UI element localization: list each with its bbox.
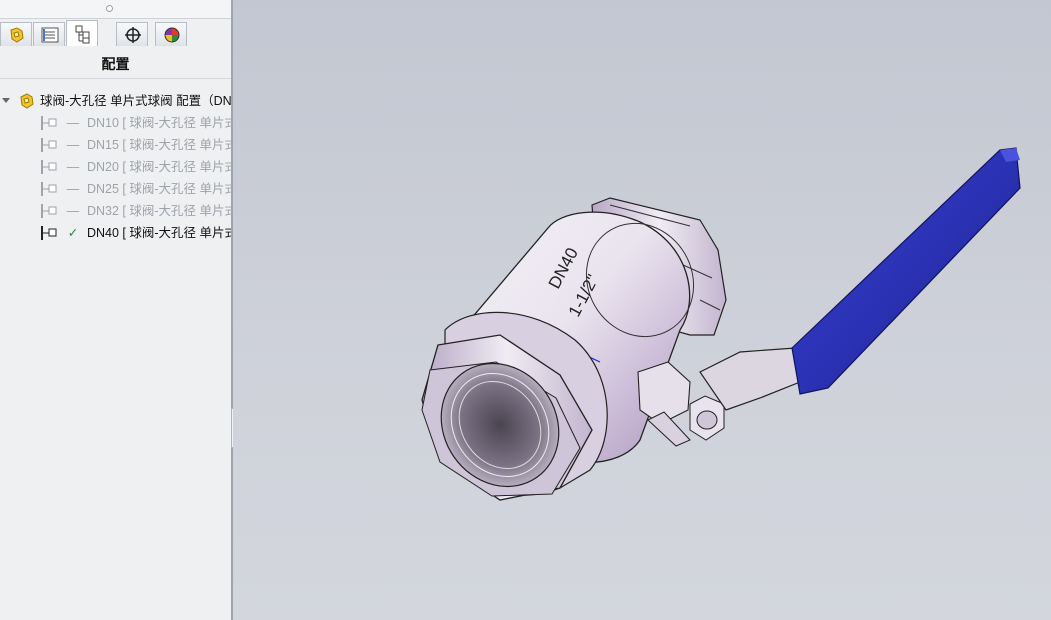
- panel-grip[interactable]: [0, 0, 231, 19]
- configuration-icon: [41, 116, 57, 130]
- configuration-icon: [41, 204, 57, 218]
- inactive-dash-icon: —: [66, 182, 80, 196]
- configuration-label: DN32 [ 球阀-大孔径 单片式: [87, 204, 231, 218]
- inactive-dash-icon: —: [66, 116, 80, 130]
- display-manager-tab[interactable]: [155, 22, 187, 46]
- inactive-dash-icon: —: [66, 204, 80, 218]
- configuration-icon: [41, 160, 57, 174]
- tree-root-label: 球阀-大孔径 单片式球阀 配置（DN4: [40, 94, 231, 108]
- configuration-row[interactable]: — DN25 [ 球阀-大孔径 单片式: [0, 179, 231, 199]
- manager-tabs: [0, 20, 231, 48]
- configuration-row[interactable]: — DN10 [ 球阀-大孔径 单片式: [0, 113, 231, 133]
- feature-tree-tab[interactable]: [0, 22, 32, 46]
- configuration-row[interactable]: — DN32 [ 球阀-大孔径 单片式: [0, 201, 231, 221]
- configuration-label: DN10 [ 球阀-大孔径 单片式: [87, 116, 231, 130]
- collapse-arrow-icon[interactable]: [2, 98, 10, 103]
- configuration-row[interactable]: ✓ DN40 [ 球阀-大孔径 单片式: [0, 223, 231, 243]
- configuration-row[interactable]: — DN15 [ 球阀-大孔径 单片式: [0, 135, 231, 155]
- configuration-label: DN15 [ 球阀-大孔径 单片式: [87, 138, 231, 152]
- valve-handle[interactable]: [699, 147, 1021, 411]
- feature-manager-panel: 配置 球阀-大孔径 单片式球阀 配置（DN4 — DN10 [ 球阀-大孔径 单片…: [0, 0, 232, 620]
- panel-title: 配置: [0, 52, 231, 79]
- ball-valve-model[interactable]: DN40 1-1/2": [233, 0, 1051, 620]
- configuration-icon: [41, 182, 57, 196]
- dimxpert-tab[interactable]: [116, 22, 148, 46]
- configuration-icon: [41, 138, 57, 152]
- inactive-dash-icon: —: [66, 138, 80, 152]
- configuration-label: DN40 [ 球阀-大孔径 单片式: [87, 226, 231, 240]
- property-manager-icon: [41, 27, 59, 43]
- configuration-row[interactable]: — DN20 [ 球阀-大孔径 单片式: [0, 157, 231, 177]
- property-manager-tab[interactable]: [33, 22, 65, 46]
- configuration-manager-icon: [75, 25, 90, 44]
- configuration-label: DN25 [ 球阀-大孔径 单片式: [87, 182, 231, 196]
- display-manager-icon: [164, 27, 180, 43]
- configuration-icon: [41, 226, 57, 240]
- inactive-dash-icon: —: [66, 160, 80, 174]
- graphics-area[interactable]: DN40 1-1/2": [233, 0, 1051, 620]
- part-icon: [20, 93, 34, 109]
- feature-manager-icon: [10, 27, 24, 43]
- tree-root[interactable]: 球阀-大孔径 单片式球阀 配置（DN4: [0, 91, 231, 111]
- configuration-label: DN20 [ 球阀-大孔径 单片式: [87, 160, 231, 174]
- dimxpert-icon: [125, 27, 141, 43]
- active-check-icon: ✓: [67, 226, 79, 240]
- configuration-manager-tab[interactable]: [66, 20, 98, 46]
